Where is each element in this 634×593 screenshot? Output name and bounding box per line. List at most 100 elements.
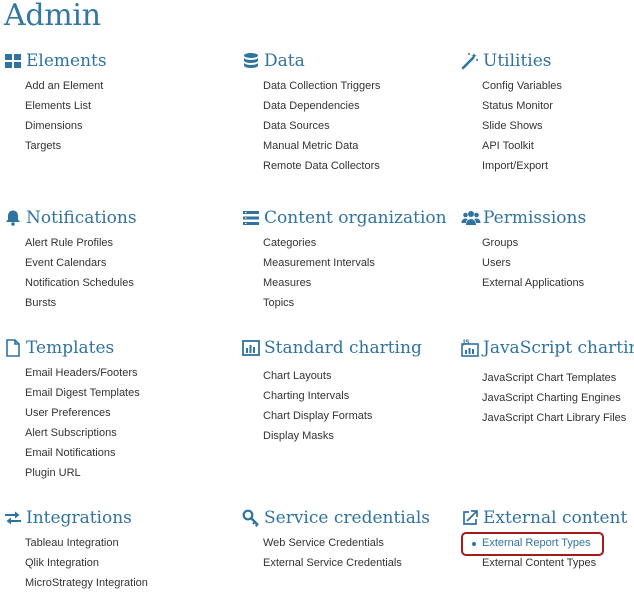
section-title-content-organization[interactable]: Content organization <box>264 207 447 229</box>
link-list-javascript-charting: JavaScript Chart Templates JavaScript Ch… <box>482 368 626 428</box>
link-config-variables[interactable]: Config Variables <box>482 76 562 96</box>
link-display-masks[interactable]: Display Masks <box>263 426 372 446</box>
link-data-sources[interactable]: Data Sources <box>263 116 380 136</box>
highlight-outline <box>461 532 604 556</box>
page-title: Admin <box>4 0 101 33</box>
link-list-standard-charting: Chart Layouts Charting Intervals Chart D… <box>263 366 372 446</box>
section-permissions: Permissions Groups Users External Applic… <box>461 207 634 289</box>
section-templates: Templates Email Headers/Footers Email Di… <box>4 337 204 479</box>
link-list-data: Data Collection Triggers Data Dependenci… <box>263 76 380 176</box>
link-qlik-integration[interactable]: Qlik Integration <box>25 553 148 573</box>
link-data-dependencies[interactable]: Data Dependencies <box>263 96 380 116</box>
link-list-elements: Add an Element Elements List Dimensions … <box>25 76 103 156</box>
link-slide-shows[interactable]: Slide Shows <box>482 116 562 136</box>
users-icon <box>461 209 481 227</box>
link-external-content-types[interactable]: External Content Types <box>482 553 596 573</box>
link-alert-rule-profiles[interactable]: Alert Rule Profiles <box>25 233 134 253</box>
link-data-collection-triggers[interactable]: Data Collection Triggers <box>263 76 380 96</box>
js-chart-icon: JS <box>461 339 479 357</box>
section-header-javascript-charting: JS JavaScript charting <box>461 337 634 361</box>
section-standard-charting: Standard charting Chart Layouts Charting… <box>242 337 442 442</box>
external-link-icon <box>461 509 479 527</box>
link-email-digest-templates[interactable]: Email Digest Templates <box>25 383 140 403</box>
link-remote-data-collectors[interactable]: Remote Data Collectors <box>263 156 380 176</box>
section-header-utilities: Utilities <box>461 50 634 74</box>
link-plugin-url[interactable]: Plugin URL <box>25 463 140 483</box>
link-javascript-chart-library-files[interactable]: JavaScript Chart Library Files <box>482 408 626 428</box>
link-user-preferences[interactable]: User Preferences <box>25 403 140 423</box>
grid-icon <box>4 52 22 70</box>
link-web-service-credentials[interactable]: Web Service Credentials <box>263 533 402 553</box>
link-targets[interactable]: Targets <box>25 136 103 156</box>
bell-icon <box>4 209 22 227</box>
section-header-data: Data <box>242 50 442 74</box>
link-import-export[interactable]: Import/Export <box>482 156 562 176</box>
link-manual-metric-data[interactable]: Manual Metric Data <box>263 136 380 156</box>
section-header-notifications: Notifications <box>4 207 204 231</box>
section-integrations: Integrations Tableau Integration Qlik In… <box>4 507 204 589</box>
link-email-notifications[interactable]: Email Notifications <box>25 443 140 463</box>
section-header-elements: Elements <box>4 50 204 74</box>
link-chart-display-formats[interactable]: Chart Display Formats <box>263 406 372 426</box>
document-icon <box>4 339 22 357</box>
link-measures[interactable]: Measures <box>263 273 375 293</box>
section-content-organization: Content organization Categories Measurem… <box>242 207 447 309</box>
section-title-utilities[interactable]: Utilities <box>483 50 552 72</box>
section-title-notifications[interactable]: Notifications <box>26 207 137 229</box>
link-javascript-charting-engines[interactable]: JavaScript Charting Engines <box>482 388 626 408</box>
link-topics[interactable]: Topics <box>263 293 375 313</box>
bullet-marker <box>472 542 476 546</box>
section-data: Data Data Collection Triggers Data Depen… <box>242 50 442 172</box>
link-api-toolkit[interactable]: API Toolkit <box>482 136 562 156</box>
section-header-standard-charting: Standard charting <box>242 337 442 361</box>
section-utilities: Utilities Config Variables Status Monito… <box>461 50 634 172</box>
link-add-an-element[interactable]: Add an Element <box>25 76 103 96</box>
section-header-external-content: External content <box>461 507 634 531</box>
link-list-content-organization: Categories Measurement Intervals Measure… <box>263 233 375 313</box>
section-service-credentials: Service credentials Web Service Credenti… <box>242 507 442 569</box>
js-icon-label: JS <box>462 339 470 346</box>
section-title-javascript-charting[interactable]: JavaScript charting <box>483 337 634 359</box>
section-title-service-credentials[interactable]: Service credentials <box>264 507 430 529</box>
link-alert-subscriptions[interactable]: Alert Subscriptions <box>25 423 140 443</box>
link-email-headers-footers[interactable]: Email Headers/Footers <box>25 363 140 383</box>
exchange-arrows-icon <box>4 509 22 527</box>
section-title-standard-charting[interactable]: Standard charting <box>264 337 422 359</box>
link-elements-list[interactable]: Elements List <box>25 96 103 116</box>
link-status-monitor[interactable]: Status Monitor <box>482 96 562 116</box>
section-title-permissions[interactable]: Permissions <box>483 207 586 229</box>
link-list-templates: Email Headers/Footers Email Digest Templ… <box>25 363 140 483</box>
section-title-elements[interactable]: Elements <box>26 50 107 72</box>
section-title-data[interactable]: Data <box>264 50 305 72</box>
link-categories[interactable]: Categories <box>263 233 375 253</box>
link-microstrategy-integration[interactable]: MicroStrategy Integration <box>25 573 148 593</box>
link-list-permissions: Groups Users External Applications <box>482 233 584 293</box>
link-groups[interactable]: Groups <box>482 233 584 253</box>
section-javascript-charting: JS JavaScript charting JavaScript Chart … <box>461 337 634 424</box>
link-external-applications[interactable]: External Applications <box>482 273 584 293</box>
list-icon <box>242 209 260 227</box>
link-external-service-credentials[interactable]: External Service Credentials <box>263 553 402 573</box>
bar-chart-icon <box>242 339 260 357</box>
link-event-calendars[interactable]: Event Calendars <box>25 253 134 273</box>
link-chart-layouts[interactable]: Chart Layouts <box>263 366 372 386</box>
link-measurement-intervals[interactable]: Measurement Intervals <box>263 253 375 273</box>
section-title-templates[interactable]: Templates <box>26 337 114 359</box>
link-list-integrations: Tableau Integration Qlik Integration Mic… <box>25 533 148 593</box>
section-header-permissions: Permissions <box>461 207 634 231</box>
link-users[interactable]: Users <box>482 253 584 273</box>
link-javascript-chart-templates[interactable]: JavaScript Chart Templates <box>482 368 626 388</box>
link-tableau-integration[interactable]: Tableau Integration <box>25 533 148 553</box>
section-external-content: External content External Report Types E… <box>461 507 634 569</box>
database-icon <box>242 52 260 70</box>
section-title-external-content[interactable]: External content <box>483 507 627 529</box>
link-notification-schedules[interactable]: Notification Schedules <box>25 273 134 293</box>
section-header-templates: Templates <box>4 337 204 361</box>
link-bursts[interactable]: Bursts <box>25 293 134 313</box>
section-title-integrations[interactable]: Integrations <box>26 507 132 529</box>
link-dimensions[interactable]: Dimensions <box>25 116 103 136</box>
link-charting-intervals[interactable]: Charting Intervals <box>263 386 372 406</box>
link-list-service-credentials: Web Service Credentials External Service… <box>263 533 402 573</box>
section-header-integrations: Integrations <box>4 507 204 531</box>
link-list-utilities: Config Variables Status Monitor Slide Sh… <box>482 76 562 176</box>
